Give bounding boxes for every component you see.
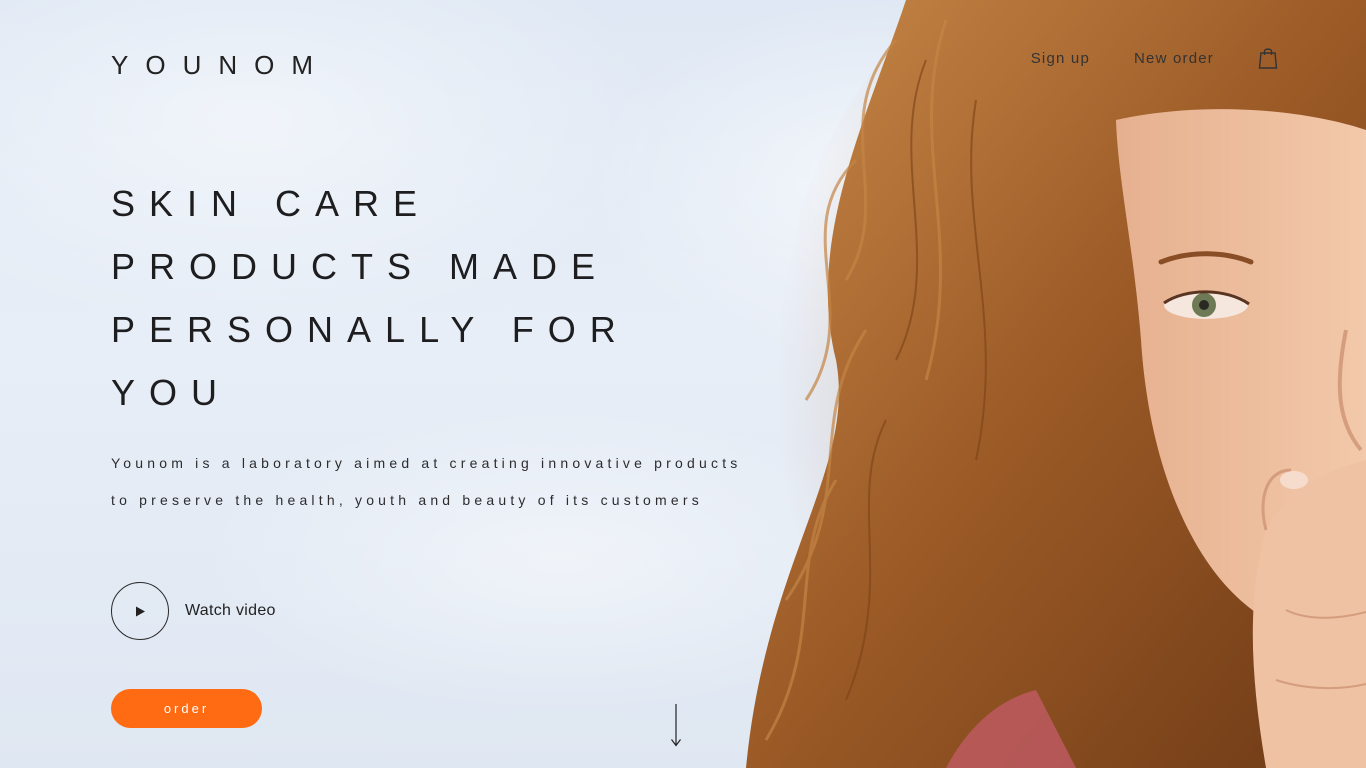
order-button[interactable]: order	[111, 689, 262, 728]
headline-line: YOU	[111, 372, 232, 413]
hero-headline: SKIN CARE PRODUCTS MADE PERSONALLY FOR Y…	[111, 172, 731, 424]
play-icon	[136, 606, 145, 616]
watch-video-label: Watch video	[185, 602, 276, 619]
brand-logo[interactable]: YOUNOM	[111, 50, 330, 81]
nav-signup-link[interactable]: Sign up	[1031, 50, 1090, 67]
headline-line: PRODUCTS MADE	[111, 246, 610, 287]
nav-new-order-link[interactable]: New order	[1134, 50, 1214, 67]
arrow-down-icon[interactable]	[670, 704, 682, 748]
watch-video-button[interactable]: Watch video	[111, 582, 276, 640]
hero-portrait-image	[746, 0, 1366, 768]
play-button-circle[interactable]	[111, 582, 169, 640]
headline-line: PERSONALLY FOR	[111, 309, 630, 350]
top-nav: Sign up New order	[1031, 46, 1278, 70]
hero-description: Younom is a laboratory aimed at creating…	[111, 455, 742, 508]
headline-line: SKIN CARE	[111, 183, 432, 224]
shopping-bag-icon[interactable]	[1258, 46, 1278, 70]
